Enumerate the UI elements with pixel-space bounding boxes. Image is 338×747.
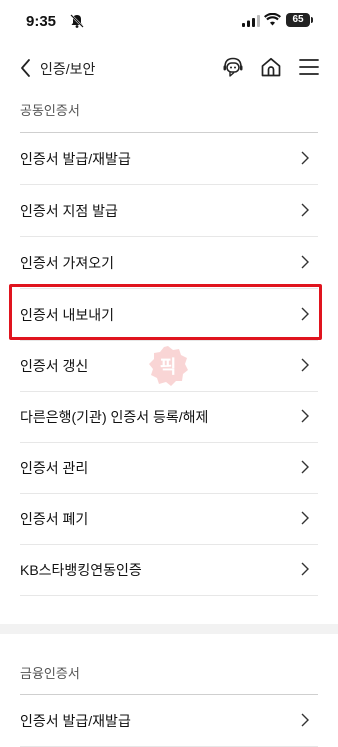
chevron-right-icon	[301, 409, 309, 423]
chevron-right-icon	[301, 151, 309, 165]
section-label-joint-certificate: 공동인증서	[20, 103, 80, 118]
back-arrow-icon[interactable]	[18, 57, 34, 79]
chevron-right-icon	[301, 203, 309, 217]
home-icon[interactable]	[259, 55, 283, 79]
page-title: 인증/보안	[40, 61, 96, 77]
bell-off-icon	[70, 14, 84, 28]
watermark-badge: 픽	[149, 346, 188, 386]
wifi-icon	[264, 13, 281, 26]
menu-item-branch-issue[interactable]: 인증서 지점 발급	[20, 185, 318, 237]
watermark-text: 픽	[160, 357, 177, 378]
chevron-right-icon	[301, 562, 309, 576]
menu-item-label: 다른은행(기관) 인증서 등록/해제	[20, 409, 209, 425]
chevron-right-icon	[301, 511, 309, 525]
status-time: 9:35	[26, 13, 57, 30]
highlight-box	[9, 284, 322, 340]
menu-item-label: 인증서 관리	[20, 460, 89, 476]
chevron-right-icon	[301, 358, 309, 372]
menu-item-label: 인증서 지점 발급	[20, 203, 118, 219]
menu-item-label: 인증서 가져오기	[20, 255, 115, 271]
menu-item-manage[interactable]: 인증서 관리	[20, 442, 318, 494]
chatbot-icon[interactable]	[221, 55, 245, 79]
menu-item-label: 인증서 발급/재발급	[20, 151, 131, 167]
menu-item-kb-starbanking-link[interactable]: KB스타뱅킹연동인증	[20, 544, 318, 596]
battery-indicator: 65	[286, 13, 310, 27]
menu-item-revoke[interactable]: 인증서 폐기	[20, 493, 318, 545]
menu-item-label: 인증서 폐기	[20, 511, 89, 527]
menu-item-label: 인증서 갱신	[20, 358, 89, 374]
chevron-right-icon	[301, 713, 309, 727]
signal-icon	[242, 15, 260, 27]
section-gap	[0, 624, 338, 634]
menu-item-issue-reissue[interactable]: 인증서 발급/재발급	[20, 133, 318, 185]
menu-item-other-bank-register[interactable]: 다른은행(기관) 인증서 등록/해제	[20, 391, 318, 443]
menu-item-import[interactable]: 인증서 가져오기	[20, 237, 318, 289]
menu-icon[interactable]	[297, 55, 321, 79]
status-bar: 9:35 65	[0, 0, 338, 44]
menu-item-financial-issue-reissue[interactable]: 인증서 발급/재발급	[20, 695, 318, 747]
menu-item-label: 인증서 발급/재발급	[20, 713, 131, 729]
app-header: 인증/보안	[0, 48, 338, 88]
chevron-right-icon	[301, 460, 309, 474]
section-label-financial-certificate: 금융인증서	[20, 666, 80, 681]
menu-item-label: KB스타뱅킹연동인증	[20, 562, 142, 578]
chevron-right-icon	[301, 255, 309, 269]
battery-tip	[311, 17, 313, 23]
